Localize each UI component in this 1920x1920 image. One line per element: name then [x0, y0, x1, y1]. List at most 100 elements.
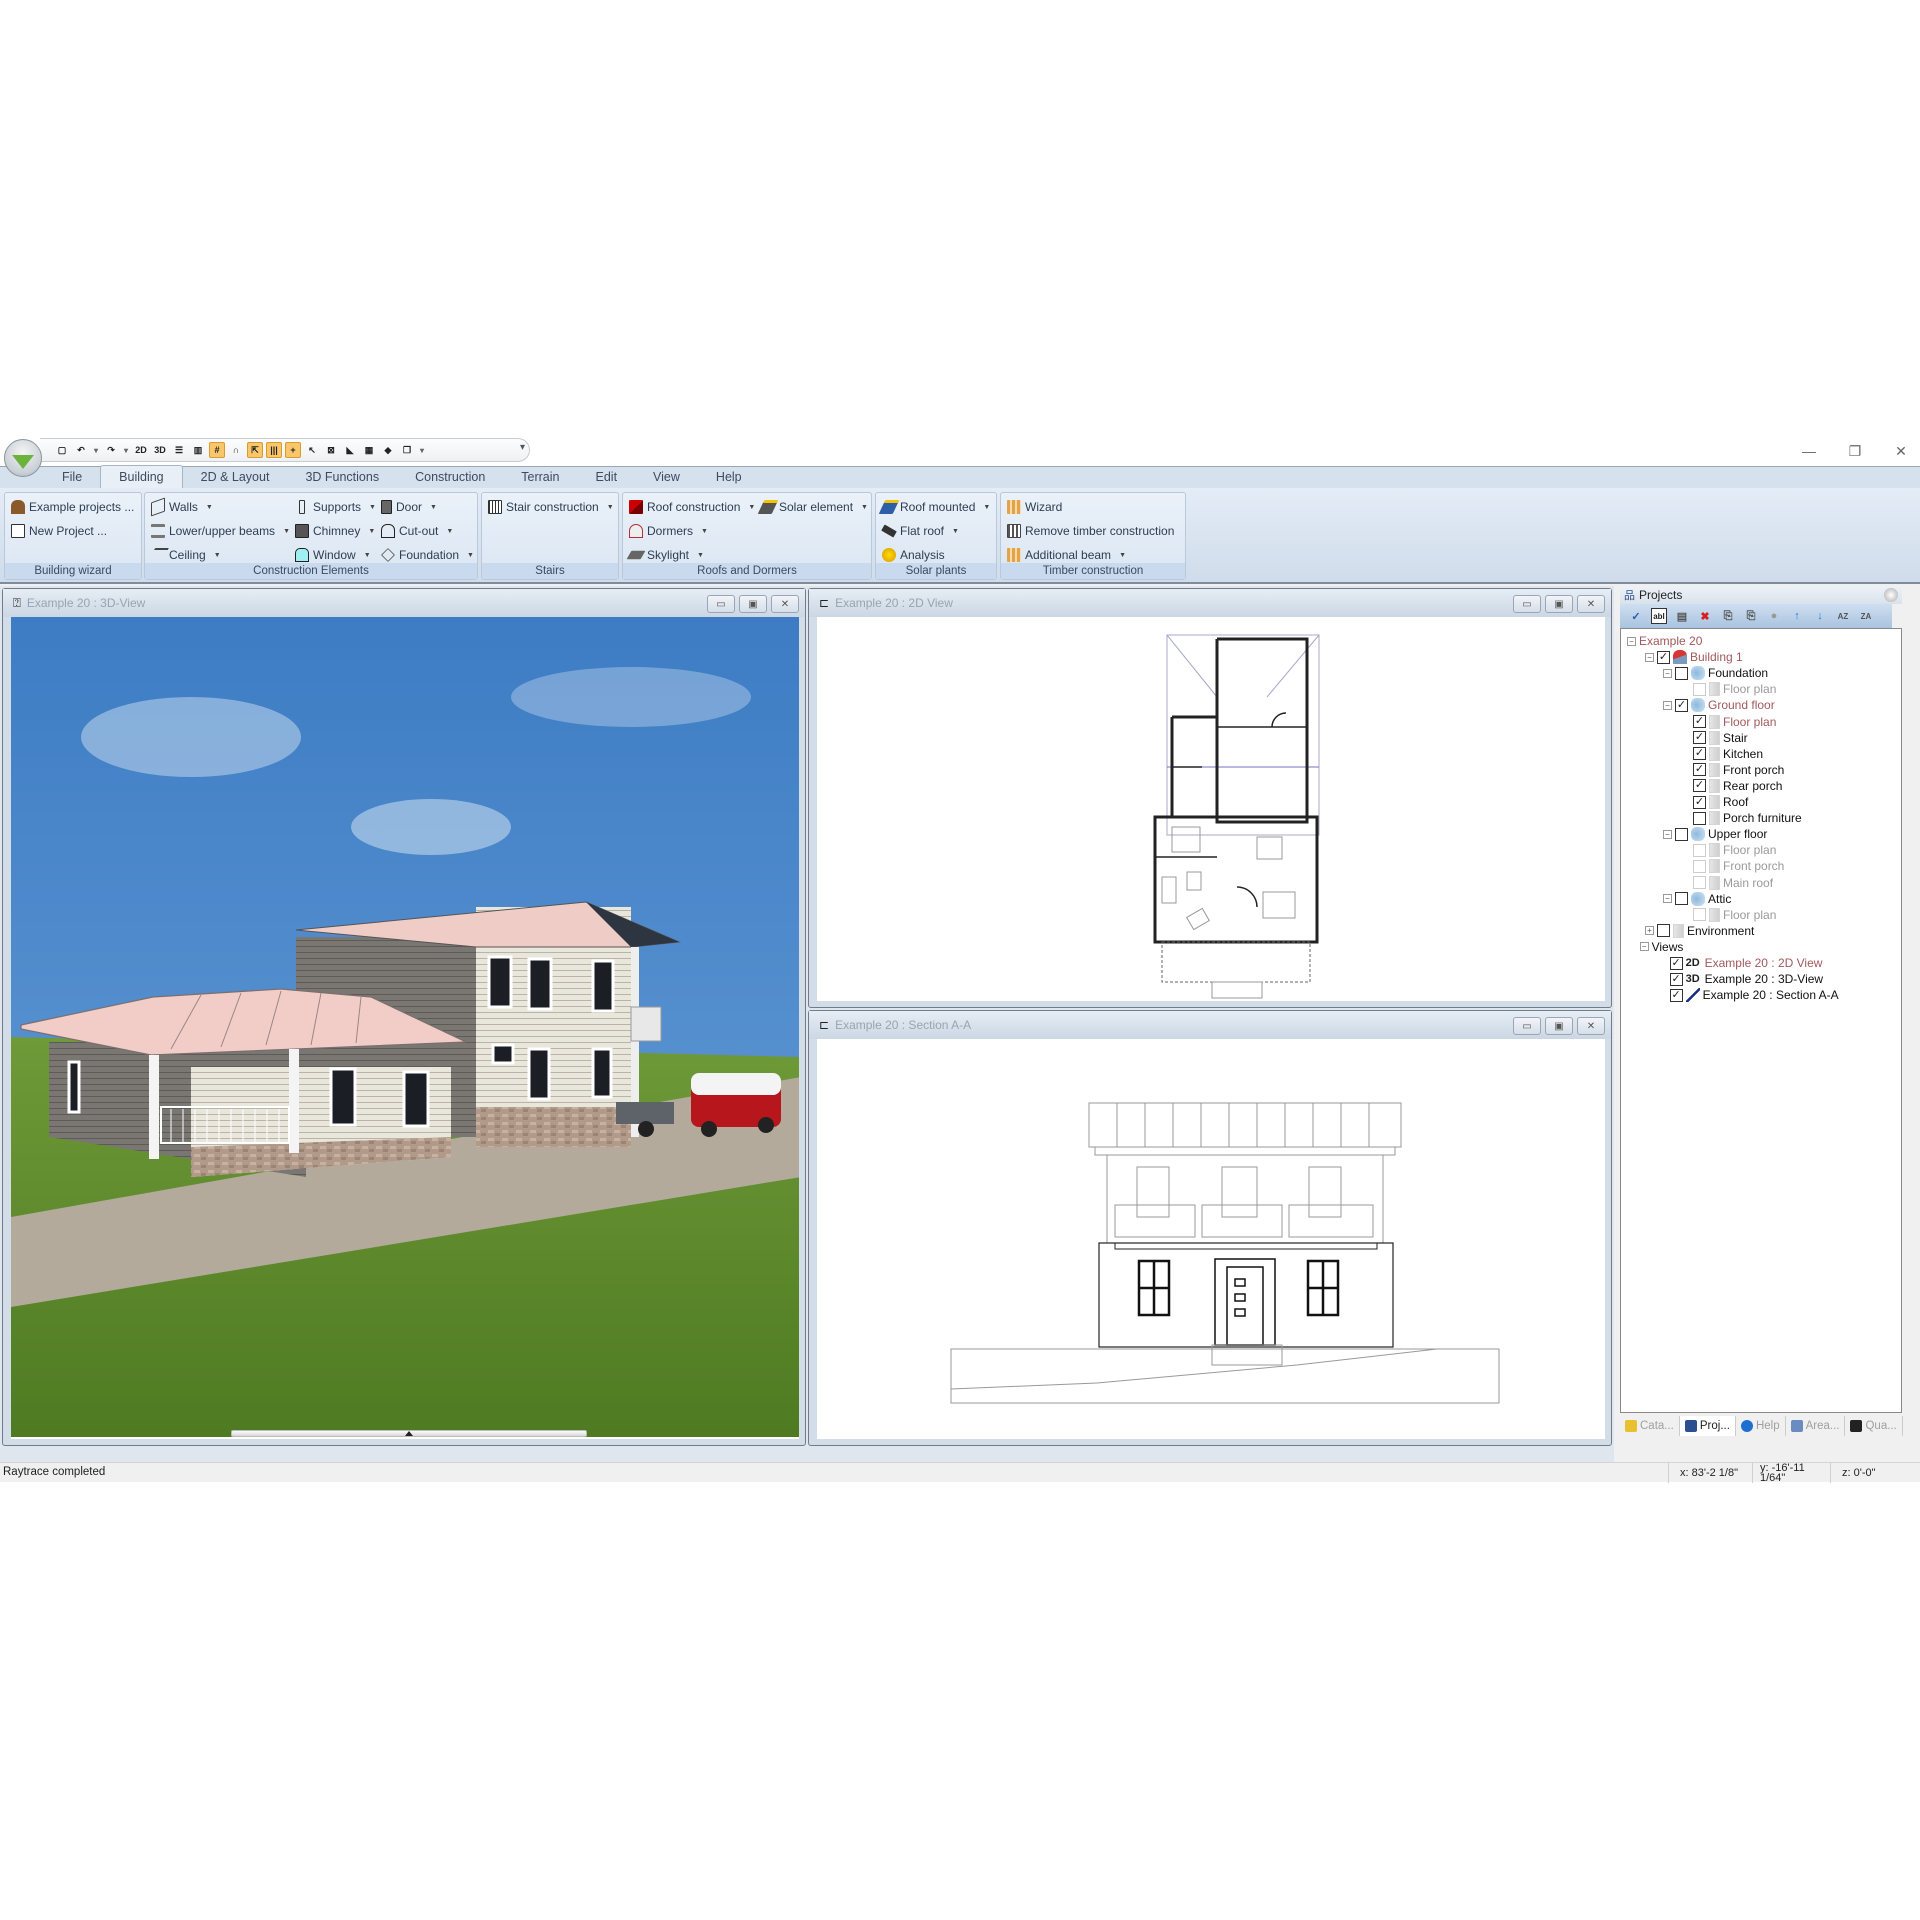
- visibility-checkbox[interactable]: ✓: [1693, 779, 1706, 793]
- delete-icon[interactable]: ✖: [1697, 608, 1713, 624]
- supports-button[interactable]: Supports ▼: [295, 497, 376, 517]
- collapse-icon[interactable]: −: [1639, 942, 1649, 952]
- object-box-icon[interactable]: ⊠: [323, 442, 339, 458]
- check-icon[interactable]: ✓: [1628, 608, 1644, 624]
- tab-3d-functions[interactable]: 3D Functions: [287, 466, 397, 488]
- panel-tab-area[interactable]: Area...: [1786, 1416, 1846, 1436]
- collapse-icon[interactable]: −: [1645, 652, 1654, 662]
- rename-icon[interactable]: abl: [1651, 608, 1667, 624]
- copy-windows-icon[interactable]: ❐: [399, 442, 415, 458]
- visibility-checkbox[interactable]: [1657, 924, 1670, 938]
- expand-icon[interactable]: +: [1645, 926, 1654, 936]
- project-tree[interactable]: − Example 20− ✓ Building 1− Foundation Floor …: [1620, 628, 1902, 1413]
- tree-node[interactable]: − Attic: [1663, 891, 1731, 907]
- remove-timber-construction-button[interactable]: Remove timber construction: [1007, 521, 1174, 541]
- tab-help[interactable]: Help: [698, 466, 760, 488]
- tree-node[interactable]: ✓ Floor plan: [1681, 714, 1776, 730]
- restore-window-button[interactable]: ❐: [1846, 442, 1864, 460]
- visibility-checkbox[interactable]: ✓: [1693, 763, 1706, 777]
- move-up-icon[interactable]: ↑: [1789, 608, 1805, 624]
- roof-red-icon[interactable]: ◣: [342, 442, 358, 458]
- panel-tab-projects[interactable]: Proj...: [1679, 1416, 1736, 1436]
- view-2d-icon[interactable]: 2D: [133, 442, 149, 458]
- tree-node[interactable]: ✓ Roof: [1681, 794, 1748, 810]
- split-horizontal-icon[interactable]: ☰: [171, 442, 187, 458]
- tree-node[interactable]: ✓ Stair: [1681, 730, 1748, 746]
- dormers-button[interactable]: Dormers ▼: [629, 521, 708, 541]
- tree-node[interactable]: Front porch: [1681, 858, 1784, 874]
- view-3d-close-button[interactable]: ✕: [771, 595, 799, 613]
- section-maximize-button[interactable]: ▣: [1545, 1017, 1573, 1035]
- visibility-checkbox[interactable]: [1693, 876, 1706, 889]
- roof-mounted-button[interactable]: Roof mounted ▼: [878, 497, 990, 517]
- sort-az-icon[interactable]: AZ: [1835, 608, 1851, 624]
- collapse-icon[interactable]: −: [1663, 700, 1672, 710]
- tree-node[interactable]: ✓ Rear porch: [1681, 778, 1782, 794]
- tree-node[interactable]: − ✓ Building 1: [1645, 649, 1743, 665]
- pin-icon[interactable]: [1884, 588, 1898, 602]
- properties-icon[interactable]: ▤: [1674, 608, 1690, 624]
- collapse-icon[interactable]: −: [1663, 668, 1672, 678]
- tab-terrain[interactable]: Terrain: [503, 466, 577, 488]
- timber-icon[interactable]: ▦: [361, 442, 377, 458]
- tree-node[interactable]: − Foundation: [1663, 665, 1768, 681]
- close-window-button[interactable]: ✕: [1892, 442, 1910, 460]
- tree-node[interactable]: ✓ 3D Example 20 : 3D-View: [1658, 971, 1823, 987]
- walls-button[interactable]: Walls ▼: [151, 497, 213, 517]
- timber-wizard-button[interactable]: Wizard: [1007, 497, 1062, 517]
- collapse-icon[interactable]: −: [1663, 894, 1672, 904]
- tab-file[interactable]: File: [44, 466, 100, 488]
- tree-node[interactable]: − Views: [1639, 939, 1683, 955]
- view-2d-close-button[interactable]: ✕: [1577, 595, 1605, 613]
- dropdown-arrow-icon[interactable]: ▾: [122, 442, 130, 458]
- tree-node[interactable]: Porch furniture: [1681, 810, 1802, 826]
- panel-tab-quantity[interactable]: Qua...: [1845, 1416, 1903, 1436]
- copy-icon[interactable]: ⎘: [1720, 608, 1736, 624]
- tree-node[interactable]: Main roof: [1681, 875, 1773, 891]
- collapse-icon[interactable]: −: [1627, 636, 1636, 646]
- chimney-button[interactable]: Chimney ▼: [295, 521, 375, 541]
- tab-edit[interactable]: Edit: [578, 466, 636, 488]
- visibility-checkbox[interactable]: [1675, 827, 1688, 841]
- tree-node[interactable]: Floor plan: [1681, 842, 1776, 858]
- visibility-checkbox[interactable]: ✓: [1657, 650, 1670, 664]
- solar-element-button[interactable]: Solar element ▼: [757, 497, 868, 517]
- visibility-checkbox[interactable]: ✓: [1693, 731, 1706, 745]
- skylight-button[interactable]: Skylight ▼: [626, 545, 704, 565]
- tree-node[interactable]: ✓ Front porch: [1681, 762, 1784, 778]
- view-2d-titlebar[interactable]: ⊏ Example 20 : 2D View: [809, 589, 1611, 617]
- view-3d-icon[interactable]: 3D: [152, 442, 168, 458]
- view-3d-canvas[interactable]: [11, 617, 799, 1439]
- snap-select-icon[interactable]: ⇱: [247, 442, 263, 458]
- tab-view[interactable]: View: [635, 466, 698, 488]
- cut-out-button[interactable]: Cut-out ▼: [381, 521, 453, 541]
- visibility-checkbox[interactable]: [1693, 843, 1706, 857]
- ceiling-button[interactable]: Ceiling ▼: [146, 545, 221, 565]
- tree-node[interactable]: Floor plan: [1681, 681, 1776, 697]
- crosshair-icon[interactable]: +: [285, 442, 301, 458]
- visibility-checkbox[interactable]: ✓: [1669, 988, 1683, 1002]
- visibility-checkbox[interactable]: [1693, 908, 1706, 922]
- minimize-window-button[interactable]: —: [1800, 442, 1818, 460]
- tree-node[interactable]: − Example 20: [1627, 633, 1702, 649]
- view-3d-maximize-button[interactable]: ▣: [739, 595, 767, 613]
- analysis-button[interactable]: Analysis: [882, 545, 945, 565]
- parallel-lines-icon[interactable]: |||: [266, 442, 282, 458]
- move-down-icon[interactable]: ↓: [1812, 608, 1828, 624]
- lower-upper-beams-button[interactable]: Lower/upper beams ▼: [151, 521, 290, 541]
- visibility-checkbox[interactable]: ✓: [1675, 698, 1688, 712]
- roof-construction-button[interactable]: Roof construction ▼: [629, 497, 755, 517]
- visibility-checkbox[interactable]: [1675, 892, 1688, 906]
- application-menu-button[interactable]: [4, 439, 42, 477]
- section-minimize-button[interactable]: ▭: [1513, 1017, 1541, 1035]
- tree-node[interactable]: + Environment: [1645, 923, 1754, 939]
- visibility-checkbox[interactable]: [1675, 666, 1688, 680]
- visibility-checkbox[interactable]: ✓: [1669, 972, 1683, 986]
- section-close-button[interactable]: ✕: [1577, 1017, 1605, 1035]
- redo-icon[interactable]: ↷: [103, 442, 119, 458]
- view-3d-minimize-button[interactable]: ▭: [707, 595, 735, 613]
- example-projects-button[interactable]: Example projects ...: [11, 497, 134, 517]
- collapse-icon[interactable]: −: [1663, 829, 1672, 839]
- sphere-icon[interactable]: ●: [1766, 608, 1782, 624]
- view-2d-maximize-button[interactable]: ▣: [1545, 595, 1573, 613]
